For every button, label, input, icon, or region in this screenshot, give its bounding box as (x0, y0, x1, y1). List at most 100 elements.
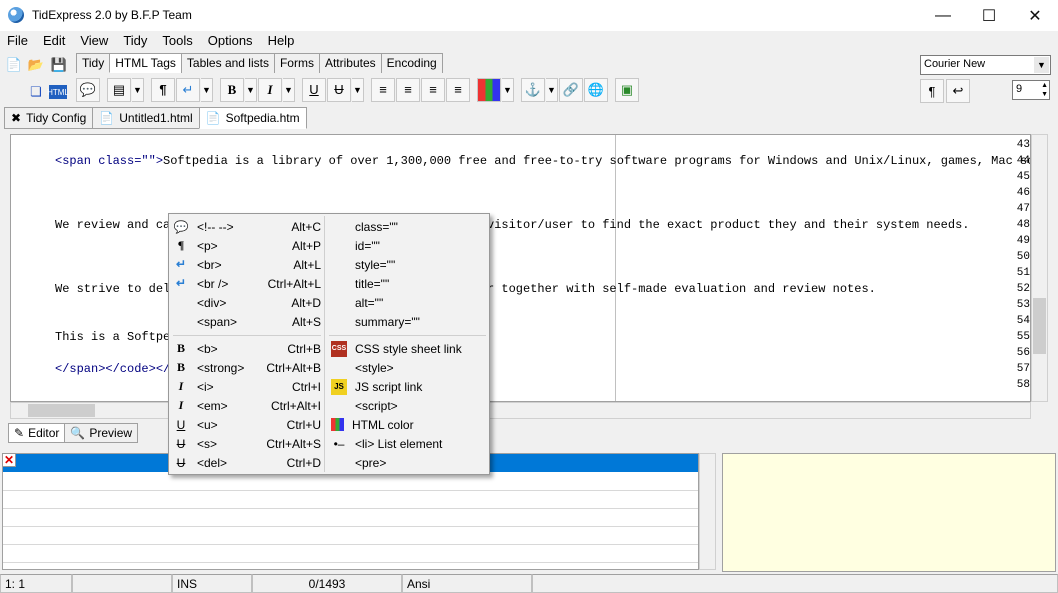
menu-item[interactable]: ¶ <p> Alt+P (173, 236, 321, 255)
editor-horizontal-scrollbar[interactable] (10, 402, 1031, 419)
menu-item[interactable]: <style> (331, 358, 487, 377)
chevron-down-icon[interactable]: ▼ (352, 77, 364, 102)
messages-scrollbar[interactable] (699, 453, 716, 570)
strikethrough-icon[interactable]: U (327, 77, 351, 102)
tab-preview[interactable]: 🔍 Preview (64, 423, 139, 443)
globe-icon[interactable]: 🌐 (584, 77, 608, 102)
pilcrow-icon[interactable]: ¶ (151, 77, 175, 102)
image-icon[interactable]: ▣ (615, 77, 639, 102)
bold-icon[interactable]: B (220, 77, 244, 102)
close-icon[interactable]: ✕ (2, 453, 16, 467)
tab-html-tags[interactable]: HTML Tags (109, 53, 182, 73)
font-select[interactable]: Courier New ▼ (920, 55, 1051, 75)
menu-item[interactable]: <span> Alt+S (173, 312, 321, 331)
menu-item[interactable]: <pre> (331, 453, 487, 472)
tab-softpedia[interactable]: 📄 Softpedia.htm (198, 107, 307, 129)
menu-item[interactable]: U <u> Ctrl+U (173, 415, 321, 434)
italic-icon[interactable]: I (258, 77, 282, 102)
menu-item[interactable]: ↵ <br /> Ctrl+Alt+L (173, 274, 321, 293)
menu-edit[interactable]: Edit (36, 31, 73, 51)
align-right-icon[interactable]: ≡ (421, 77, 445, 102)
anchor-icon[interactable]: ⚓ (521, 77, 545, 102)
chevron-down-icon[interactable]: ▼ (1034, 57, 1049, 73)
menu-item[interactable]: •– <li> List element (331, 434, 487, 453)
spin-arrows-icon[interactable]: ▲ ▼ (1041, 81, 1048, 99)
tab-tidy-config[interactable]: ✖ Tidy Config (4, 107, 94, 129)
align-center-icon[interactable]: ≡ (371, 77, 395, 102)
open-folder-icon[interactable]: 📂 (26, 55, 46, 75)
menu-item[interactable]: 💬 <!-- --> Alt+C (173, 217, 321, 236)
menu-item[interactable]: <div> Alt+D (173, 293, 321, 312)
menu-item[interactable]: I <em> Ctrl+Alt+I (173, 396, 321, 415)
menu-item[interactable]: summary="" (331, 312, 487, 331)
menu-item[interactable]: ↵ <br> Alt+L (173, 255, 321, 274)
menu-item[interactable]: style="" (331, 255, 487, 274)
code-line[interactable]: We review and ca (55, 218, 170, 232)
div-block-icon[interactable]: ▤ (107, 77, 131, 102)
chevron-down-icon[interactable]: ▼ (546, 77, 558, 102)
chevron-down-icon[interactable]: ▼ (245, 77, 257, 102)
menu-item[interactable]: id="" (331, 236, 487, 255)
new-file-icon[interactable]: 📄 (4, 55, 24, 75)
menu-help[interactable]: Help (261, 31, 303, 51)
scroll-thumb[interactable] (28, 404, 95, 417)
tab-forms[interactable]: Forms (273, 53, 320, 73)
menu-item[interactable]: HTML color (331, 415, 487, 434)
menu-tidy[interactable]: Tidy (116, 31, 155, 51)
scroll-thumb[interactable] (1033, 298, 1046, 354)
font-size-input[interactable]: 9 ▲ ▼ (1012, 80, 1050, 100)
menu-item[interactable]: class="" (331, 217, 487, 236)
tab-tables-and-lists[interactable]: Tables and lists (180, 53, 275, 73)
menu-item[interactable]: I <i> Ctrl+I (173, 377, 321, 396)
align-left-icon[interactable]: ≡ (396, 77, 420, 102)
menu-item[interactable]: title="" (331, 274, 487, 293)
menu-separator (173, 335, 321, 336)
menu-view[interactable]: View (73, 31, 116, 51)
menu-item[interactable]: U <del> Ctrl+D (173, 453, 321, 472)
menu-options[interactable]: Options (201, 31, 261, 51)
menu-separator (324, 216, 325, 472)
line-break-icon[interactable]: ↵ (176, 77, 200, 102)
chevron-down-icon[interactable]: ▼ (502, 77, 514, 102)
menu-item[interactable]: CSS CSS style sheet link (331, 339, 487, 358)
menu-item[interactable]: JS JS script link (331, 377, 487, 396)
chevron-down-icon[interactable]: ▼ (132, 77, 144, 102)
menu-file[interactable]: File (0, 31, 36, 51)
menu-item-spacer (331, 276, 347, 292)
editor-vertical-scrollbar[interactable] (1031, 134, 1048, 402)
menu-item[interactable]: B <b> Ctrl+B (173, 339, 321, 358)
code-text-continued: r together with self-made evaluation and… (487, 282, 876, 296)
chevron-down-icon[interactable]: ▼ (283, 77, 295, 102)
menu-item[interactable]: B <strong> Ctrl+Alt+B (173, 358, 321, 377)
code-line[interactable]: We strive to del (55, 282, 170, 296)
justify-icon[interactable]: ≡ (446, 77, 470, 102)
menu-item[interactable]: alt="" (331, 293, 487, 312)
menu-item[interactable]: <script> (331, 396, 487, 415)
windows-icon[interactable]: ❏ (26, 82, 46, 102)
code-line[interactable]: </span></code></ (55, 362, 170, 376)
wrap-icon[interactable]: ↩ (946, 79, 970, 103)
tab-attributes[interactable]: Attributes (318, 53, 382, 73)
minimize-button[interactable]: — (920, 0, 966, 31)
code-line[interactable]: This is a Softpe (55, 330, 170, 344)
save-icon[interactable]: 💾 (49, 55, 69, 75)
code-editor[interactable]: 43 44 <span class="">Softpedia is a librar… (10, 134, 1031, 402)
window-title: TidExpress 2.0 by B.F.P Team (32, 8, 192, 22)
tab-editor[interactable]: ✎ Editor (8, 423, 66, 443)
code-line[interactable]: <span class="">Softpedia is a library of… (55, 154, 1030, 168)
comment-icon[interactable]: 💬 (76, 77, 100, 102)
tab-tidy[interactable]: Tidy (76, 53, 111, 73)
menu-tools[interactable]: Tools (155, 31, 200, 51)
menu-item[interactable]: U <s> Ctrl+Alt+S (173, 434, 321, 453)
html-icon[interactable]: HTML (47, 85, 69, 99)
line-number: 50 (1016, 251, 1030, 263)
maximize-button[interactable]: ☐ (966, 0, 1012, 31)
link-icon[interactable]: 🔗 (559, 77, 583, 102)
pilcrow-icon[interactable]: ¶ (920, 79, 944, 103)
tab-untitled1[interactable]: 📄 Untitled1.html (92, 107, 200, 129)
color-grid-icon[interactable] (477, 77, 501, 102)
underline-icon[interactable]: U (302, 77, 326, 102)
tab-encoding[interactable]: Encoding (380, 53, 443, 73)
chevron-down-icon[interactable]: ▼ (201, 77, 213, 102)
close-button[interactable]: ✕ (1012, 0, 1058, 31)
